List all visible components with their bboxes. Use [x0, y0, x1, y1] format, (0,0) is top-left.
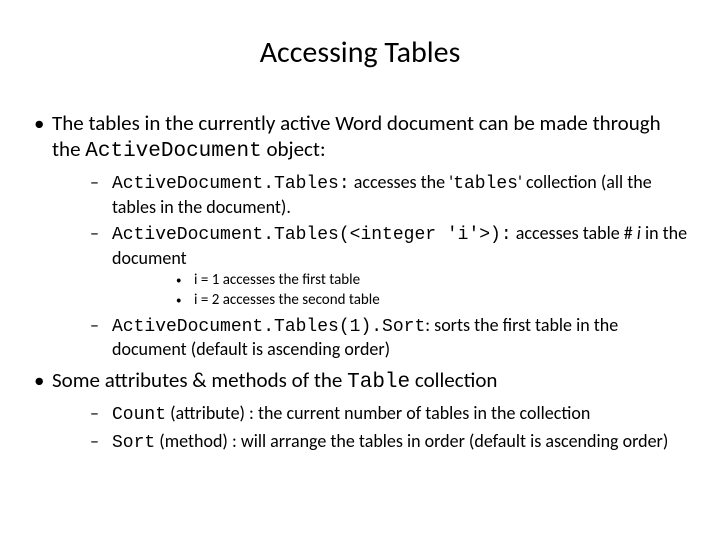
- slide-title: Accessing Tables: [28, 34, 692, 72]
- subpoint-sort: ActiveDocument.Tables(1).Sort: sorts the…: [72, 314, 692, 361]
- subpoint-count: Count (attribute) : the current number o…: [72, 402, 692, 427]
- subsub-i1: i = 1 accesses the first table: [158, 271, 692, 290]
- bullet-list-level3: i = 1 accesses the first table i = 2 acc…: [112, 271, 692, 310]
- text: i = 2 accesses the second table: [194, 291, 380, 309]
- text: i = 1 accesses the first table: [194, 271, 360, 289]
- text: (method) : will arrange the tables in or…: [155, 430, 668, 452]
- bullet-list-level2: ActiveDocument.Tables: accesses the 'tab…: [52, 171, 692, 361]
- text: accesses the ': [350, 171, 454, 193]
- code-tables-word: tables: [453, 174, 518, 194]
- text: accesses table #: [512, 222, 637, 244]
- text: (attribute) : the current number of tabl…: [166, 402, 590, 424]
- code-sort: ActiveDocument.Tables(1).Sort: [112, 317, 425, 337]
- subpoint-tables-index: ActiveDocument.Tables(<integer 'i'>): ac…: [72, 222, 692, 310]
- text: object:: [262, 136, 326, 162]
- bullet-list-level1: The tables in the currently active Word …: [28, 110, 692, 455]
- bullet-list-level2b: Count (attribute) : the current number o…: [52, 402, 692, 455]
- subsub-i2: i = 2 accesses the second table: [158, 291, 692, 310]
- subpoint-sort-method: Sort (method) : will arrange the tables …: [72, 430, 692, 455]
- point-intro: The tables in the currently active Word …: [28, 110, 692, 361]
- code-count: Count: [112, 405, 166, 425]
- text: collection: [410, 367, 497, 393]
- code-sort2: Sort: [112, 433, 155, 453]
- code-tables-int: ActiveDocument.Tables(<integer 'i'>):: [112, 225, 512, 245]
- point-attributes: Some attributes & methods of the Table c…: [28, 367, 692, 455]
- code-activedocument: ActiveDocument: [85, 140, 261, 163]
- code-tables: ActiveDocument.Tables:: [112, 174, 350, 194]
- text: Some attributes & methods of the: [52, 367, 347, 393]
- code-table: Table: [347, 371, 410, 394]
- subpoint-tables-all: ActiveDocument.Tables: accesses the 'tab…: [72, 171, 692, 218]
